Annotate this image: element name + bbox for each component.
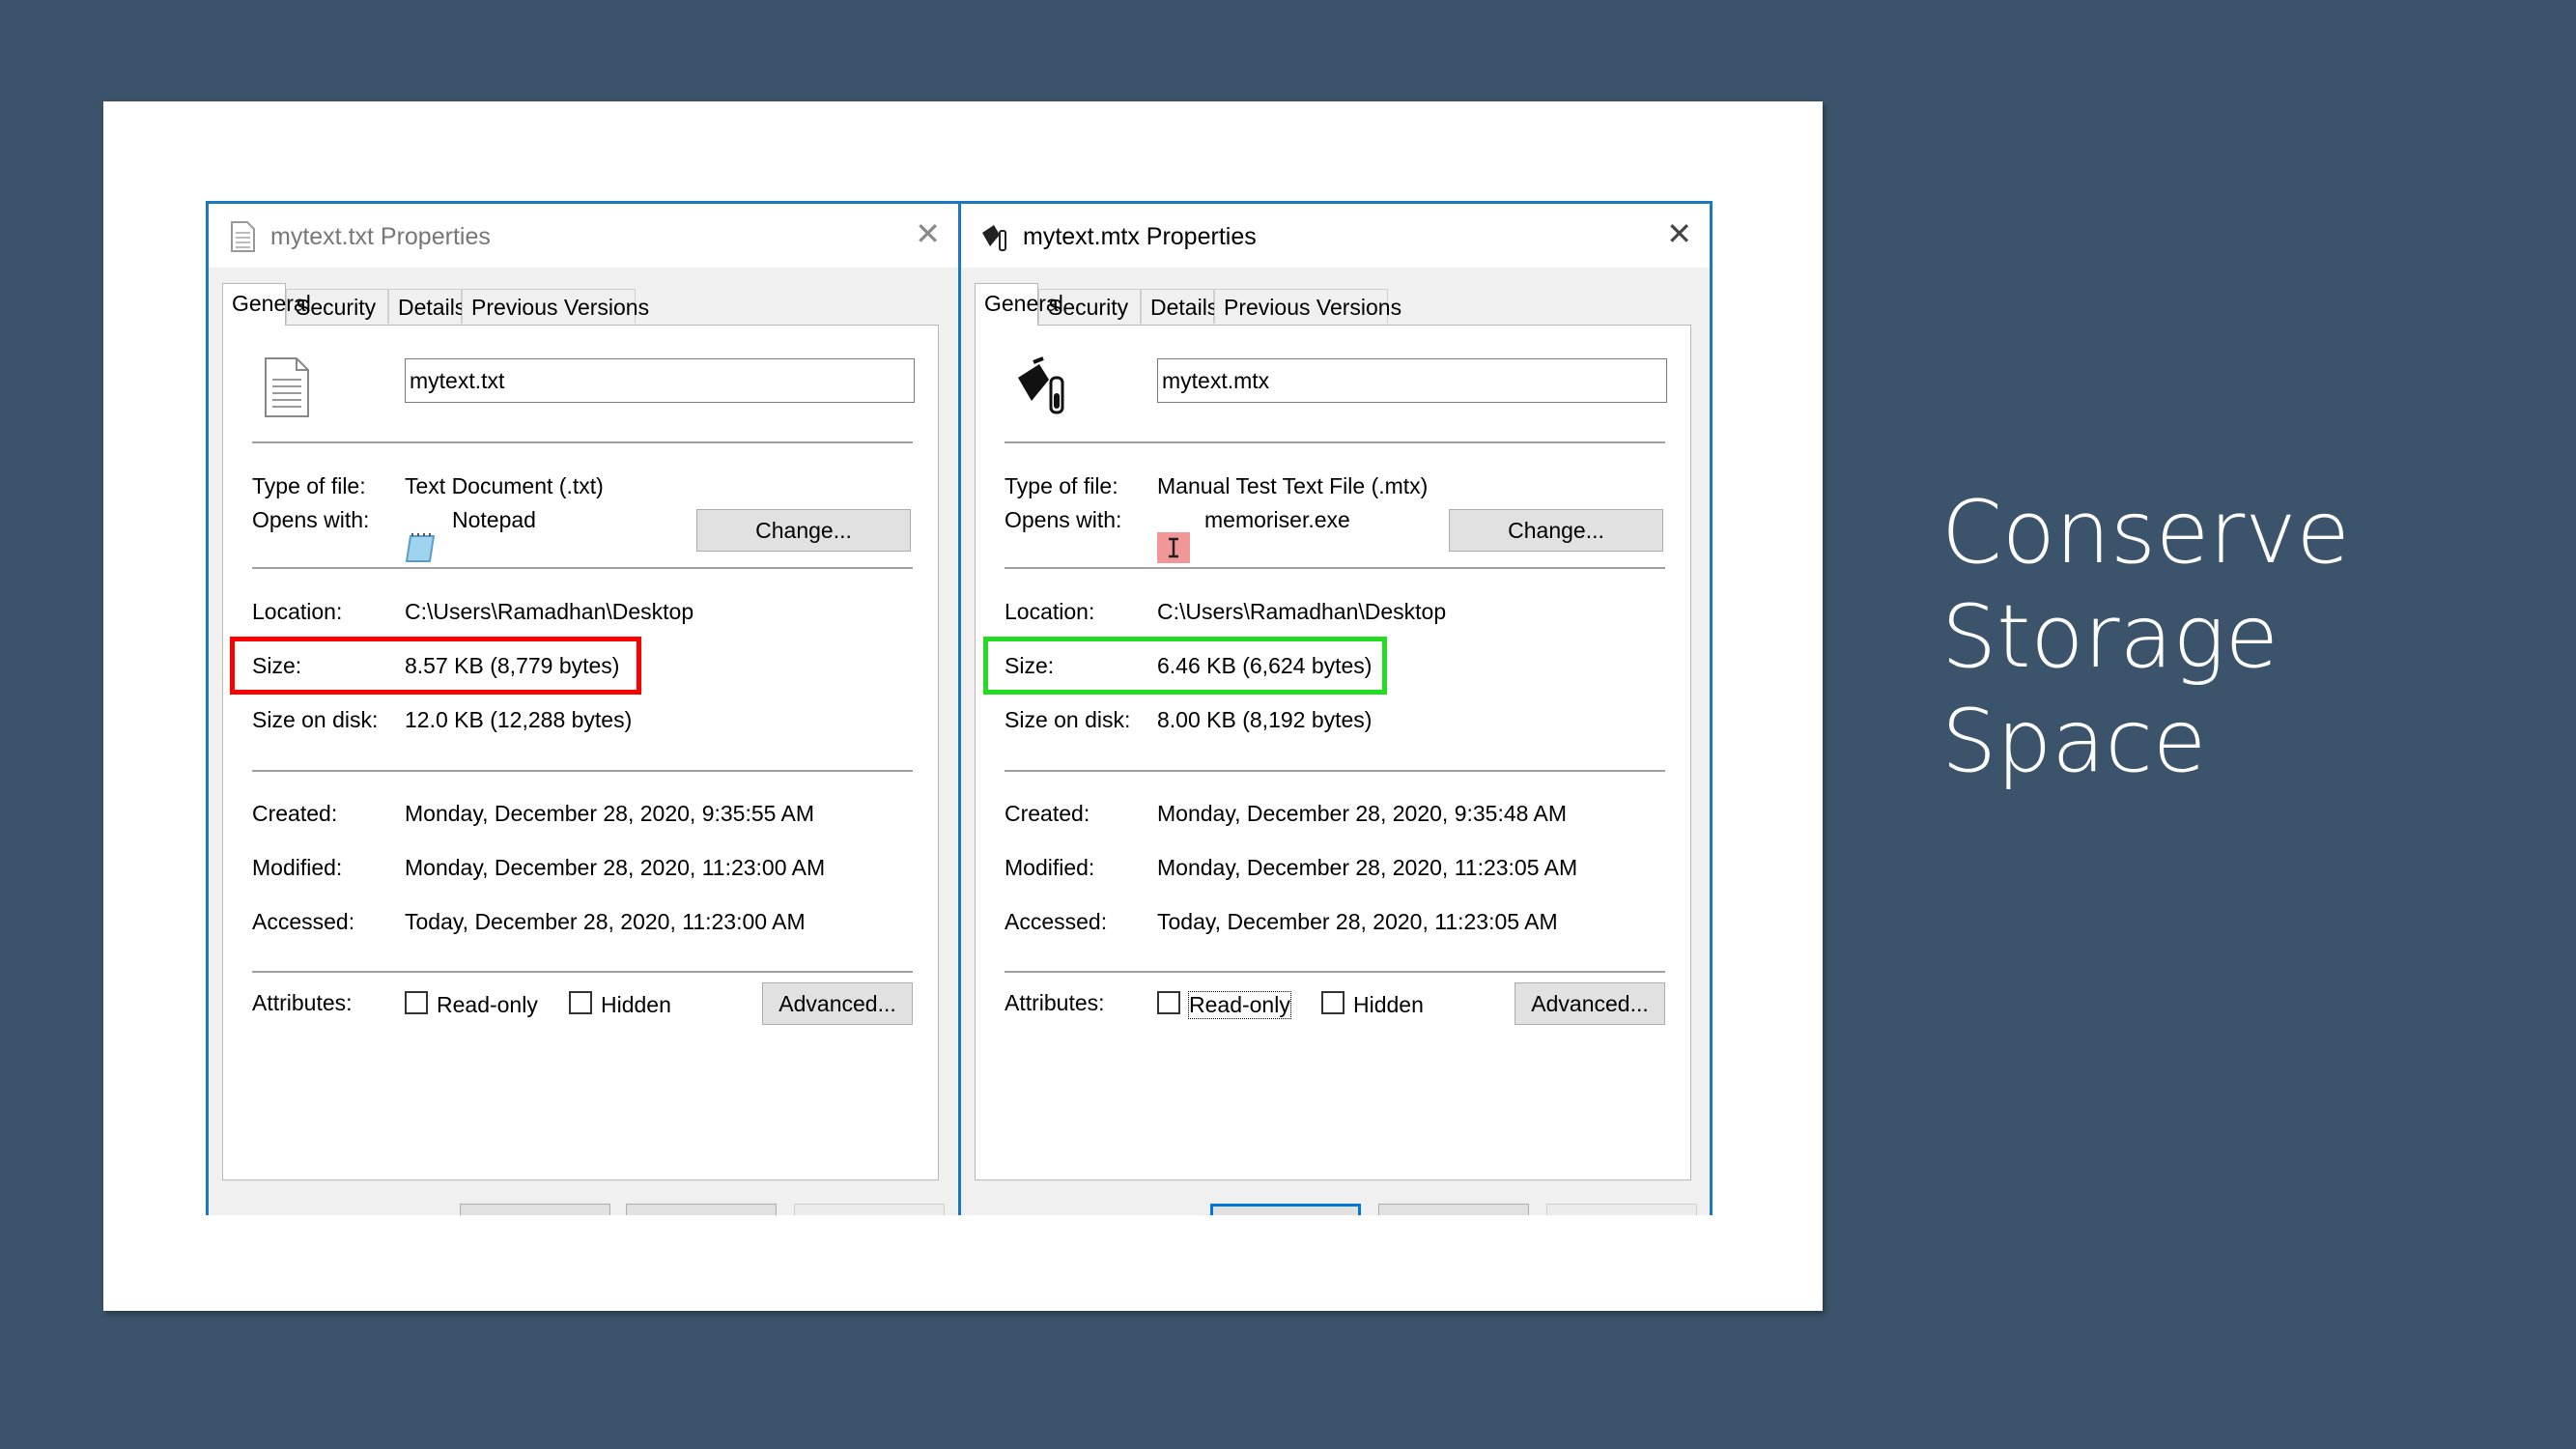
slide-title-line: Storage — [1941, 586, 2279, 688]
location-label: Location: — [252, 599, 343, 624]
opens-with-label: Opens with: — [1005, 507, 1122, 532]
size-highlight-red — [230, 637, 641, 695]
flask-icon — [982, 225, 1006, 251]
filename-input[interactable] — [405, 358, 915, 403]
hidden-label[interactable]: Hidden — [601, 992, 671, 1018]
ok-button[interactable]: OK — [1210, 1204, 1361, 1215]
created-value: Monday, December 28, 2020, 9:35:55 AM — [405, 801, 815, 826]
separator — [1005, 770, 1665, 772]
modified-value: Monday, December 28, 2020, 11:23:05 AM — [1157, 855, 1578, 880]
size-on-disk-value: 12.0 KB (12,288 bytes) — [405, 707, 633, 732]
apply-button[interactable]: Apply — [1546, 1204, 1697, 1215]
filename-input[interactable] — [1157, 358, 1667, 403]
separator — [1005, 567, 1665, 569]
readonly-checkbox[interactable] — [1157, 991, 1180, 1014]
slide-title-line: Conserve — [1941, 482, 2350, 583]
cancel-button[interactable]: Cancel — [1378, 1204, 1529, 1215]
hidden-label[interactable]: Hidden — [1353, 992, 1424, 1018]
size-on-disk-label: Size on disk: — [252, 707, 379, 732]
created-label: Created: — [252, 801, 338, 826]
close-icon[interactable]: ✕ — [1666, 215, 1692, 252]
accessed-value: Today, December 28, 2020, 11:23:00 AM — [405, 909, 806, 934]
close-icon[interactable]: ✕ — [915, 215, 941, 252]
location-label: Location: — [1005, 599, 1095, 624]
opens-with-value: memoriser.exe — [1204, 507, 1350, 532]
title-bar: mytext.mtx Properties ✕ — [961, 204, 1710, 268]
hidden-checkbox[interactable] — [569, 991, 592, 1014]
accessed-label: Accessed: — [252, 909, 355, 934]
properties-dialog-txt: mytext.txt Properties ✕ General Security… — [206, 201, 959, 1215]
hidden-checkbox[interactable] — [1321, 991, 1345, 1014]
tab-general[interactable]: General — [975, 283, 1063, 326]
type-value: Text Document (.txt) — [405, 473, 604, 498]
created-label: Created: — [1005, 801, 1090, 826]
type-label: Type of file: — [252, 473, 366, 498]
modified-value: Monday, December 28, 2020, 11:23:00 AM — [405, 855, 826, 880]
tab-details[interactable]: Details — [1141, 289, 1218, 324]
ok-button[interactable]: OK — [460, 1204, 610, 1215]
properties-dialog-mtx: mytext.mtx Properties ✕ General Security… — [959, 201, 1713, 1215]
created-value: Monday, December 28, 2020, 9:35:48 AM — [1157, 801, 1568, 826]
size-on-disk-label: Size on disk: — [1005, 707, 1131, 732]
title-bar: mytext.txt Properties ✕ — [209, 204, 958, 268]
notepad-icon — [405, 533, 436, 562]
separator — [252, 441, 913, 443]
size-highlight-green — [983, 637, 1387, 695]
tab-previous-versions[interactable]: Previous Versions — [462, 289, 649, 324]
advanced-button[interactable]: Advanced... — [762, 982, 913, 1025]
text-document-icon — [265, 357, 309, 417]
tab-previous-versions[interactable]: Previous Versions — [1214, 289, 1401, 324]
text-document-icon — [231, 221, 255, 252]
separator — [252, 567, 913, 569]
opens-with-label: Opens with: — [252, 507, 370, 532]
general-panel: Type of file: Text Document (.txt) Opens… — [222, 325, 939, 1180]
flask-icon — [1018, 356, 1064, 414]
cancel-button[interactable]: Cancel — [626, 1204, 777, 1215]
tab-details[interactable]: Details — [388, 289, 466, 324]
modified-label: Modified: — [252, 855, 343, 880]
dialog-title: mytext.txt Properties — [270, 223, 491, 250]
opens-with-value: Notepad — [452, 507, 536, 532]
advanced-button[interactable]: Advanced... — [1514, 982, 1665, 1025]
readonly-checkbox[interactable] — [405, 991, 428, 1014]
type-value: Manual Test Text File (.mtx) — [1157, 473, 1429, 498]
properties-screenshot: mytext.txt Properties ✕ General Security… — [206, 201, 1719, 1215]
slide-title-line: Space — [1941, 691, 2207, 792]
slide-title: Conserve Storage Space — [1941, 481, 2521, 794]
general-panel: Type of file: Manual Test Text File (.mt… — [975, 325, 1691, 1180]
modified-label: Modified: — [1005, 855, 1095, 880]
change-button[interactable]: Change... — [1449, 509, 1663, 552]
readonly-label[interactable]: Read-only — [437, 992, 538, 1018]
separator — [1005, 971, 1665, 973]
separator — [1005, 441, 1665, 443]
memoriser-icon — [1157, 532, 1190, 563]
apply-button[interactable]: Apply — [794, 1204, 945, 1215]
dialog-title: mytext.mtx Properties — [1023, 223, 1257, 250]
accessed-value: Today, December 28, 2020, 11:23:05 AM — [1157, 909, 1558, 934]
readonly-label[interactable]: Read-only — [1188, 991, 1291, 1019]
tab-general[interactable]: General — [222, 283, 311, 326]
attributes-label: Attributes: — [1005, 990, 1105, 1015]
separator — [252, 971, 913, 973]
accessed-label: Accessed: — [1005, 909, 1108, 934]
location-value: C:\Users\Ramadhan\Desktop — [1157, 599, 1447, 624]
location-value: C:\Users\Ramadhan\Desktop — [405, 599, 694, 624]
change-button[interactable]: Change... — [696, 509, 911, 552]
type-label: Type of file: — [1005, 473, 1118, 498]
separator — [252, 770, 913, 772]
size-on-disk-value: 8.00 KB (8,192 bytes) — [1157, 707, 1373, 732]
attributes-label: Attributes: — [252, 990, 353, 1015]
